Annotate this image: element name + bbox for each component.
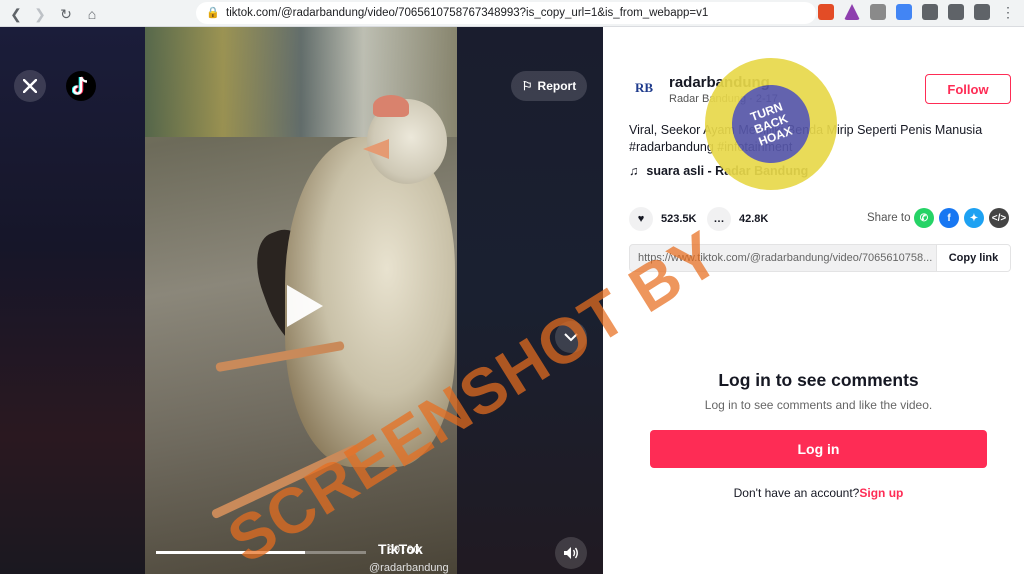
heart-icon: ♥ [629,207,653,231]
login-button[interactable]: Log in [650,430,987,468]
report-label: Report [537,79,577,93]
turnbackhoax-badge: TURN BACK HOAX [705,58,837,190]
close-button[interactable] [14,70,46,102]
tiktok-logo[interactable] [66,71,96,101]
follow-button[interactable]: Follow [925,74,1011,104]
whatsapp-icon[interactable]: ✆ [914,208,934,228]
url-text: tiktok.com/@radarbandung/video/706561075… [226,7,709,19]
lock-icon[interactable]: 🔒 [206,6,220,19]
close-icon [23,79,37,93]
extensions-area: ⋮ [818,4,1016,20]
comment-count: 42.8K [739,213,769,225]
chicken-comb [373,95,409,117]
login-prompt-subtitle: Log in to see comments and like the vide… [704,398,933,412]
forward-icon[interactable]: ❯ [28,2,52,26]
no-account-text: Don't have an account? [733,486,860,500]
tiktok-watermark: TikTok [378,541,424,557]
address-bar[interactable]: 🔒 tiktok.com/@radarbandung/video/7065610… [196,2,816,24]
badge-center: TURN BACK HOAX [721,74,821,174]
back-icon[interactable]: ❮ [4,2,28,26]
avatar[interactable]: RB [629,73,659,103]
signup-row: Don't have an account?Sign up [603,486,1024,500]
signup-link[interactable]: Sign up [859,486,903,500]
facebook-icon[interactable]: f [939,208,959,228]
play-icon[interactable] [287,285,323,327]
browser-toolbar: ❮ ❯ ↻ ⌂ ☐ 🔒 tiktok.com/@radarbandung/vid… [0,0,1024,27]
embed-icon[interactable]: </> [989,208,1009,228]
share-label: Share to [867,212,911,224]
tiktok-note-icon [72,76,88,95]
volume-button[interactable] [555,537,587,569]
puzzle-icon[interactable] [922,4,938,20]
reload-icon[interactable]: ↻ [54,2,78,26]
music-note-icon: ♫ [629,164,639,178]
comment-icon: … [707,207,731,231]
time-extension-icon[interactable] [870,4,886,20]
speaker-icon [564,547,578,559]
flag-icon: ⚐ [521,79,533,93]
brave-shield-icon[interactable] [818,4,834,20]
login-prompt-title: Log in to see comments [718,370,919,390]
wallet-icon[interactable] [974,4,990,20]
report-button[interactable]: ⚐ Report [511,71,587,101]
chicken-beak [363,139,389,159]
menu-icon[interactable]: ⋮ [1000,4,1016,20]
twitter-icon[interactable]: ✦ [964,208,984,228]
translate-icon[interactable] [896,4,912,20]
rewards-icon[interactable] [844,4,860,20]
home-icon[interactable]: ⌂ [80,2,104,26]
comment-stat[interactable]: … 42.8K [707,207,768,231]
watermark-handle: @radarbandung [369,562,449,574]
blur-background-left [0,27,145,574]
playlist-icon[interactable] [948,4,964,20]
copy-link-button[interactable]: Copy link [936,245,1010,271]
